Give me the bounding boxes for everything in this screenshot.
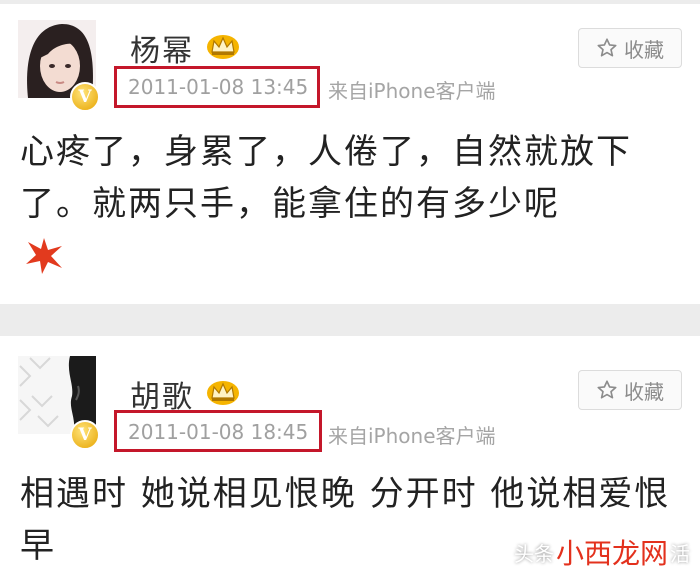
card-divider (0, 306, 700, 332)
crown-icon (207, 35, 239, 59)
post-source[interactable]: 来自iPhone客户端 (328, 420, 496, 449)
post-source[interactable]: 来自iPhone客户端 (328, 75, 496, 104)
author-name[interactable]: 杨幂 (130, 26, 194, 70)
favorite-button[interactable]: 收藏 (578, 28, 682, 68)
post-card: V 胡歌 2011-01-08 18:45 来自iPhone客户端 收藏 相遇时… (0, 336, 700, 580)
favorite-label: 收藏 (624, 379, 664, 404)
heartbreak-emoji-icon (26, 238, 62, 274)
post-card: V 杨幂 2011-01-08 13:45 来自iPhone客户端 收藏 心疼了… (0, 4, 700, 304)
crown-icon (207, 381, 239, 405)
post-timestamp[interactable]: 2011-01-08 18:45 (128, 420, 308, 444)
watermark-suffix: 活 (670, 541, 690, 566)
post-timestamp[interactable]: 2011-01-08 13:45 (128, 75, 308, 99)
star-icon (597, 38, 617, 57)
watermark-prefix: 头条 (513, 541, 554, 566)
star-icon (597, 380, 617, 399)
post-text: 心疼了，身累了，人倦了，自然就放下了。就两只手，能拿住的有多少呢 (20, 132, 632, 224)
favorite-label: 收藏 (624, 37, 664, 62)
verified-v-icon: V (70, 82, 100, 112)
watermark-logo: 小西龙网 (555, 537, 668, 570)
favorite-button[interactable]: 收藏 (578, 370, 682, 410)
verified-v-icon: V (70, 420, 100, 450)
watermark: 头条 小西龙网 活 (514, 532, 690, 572)
